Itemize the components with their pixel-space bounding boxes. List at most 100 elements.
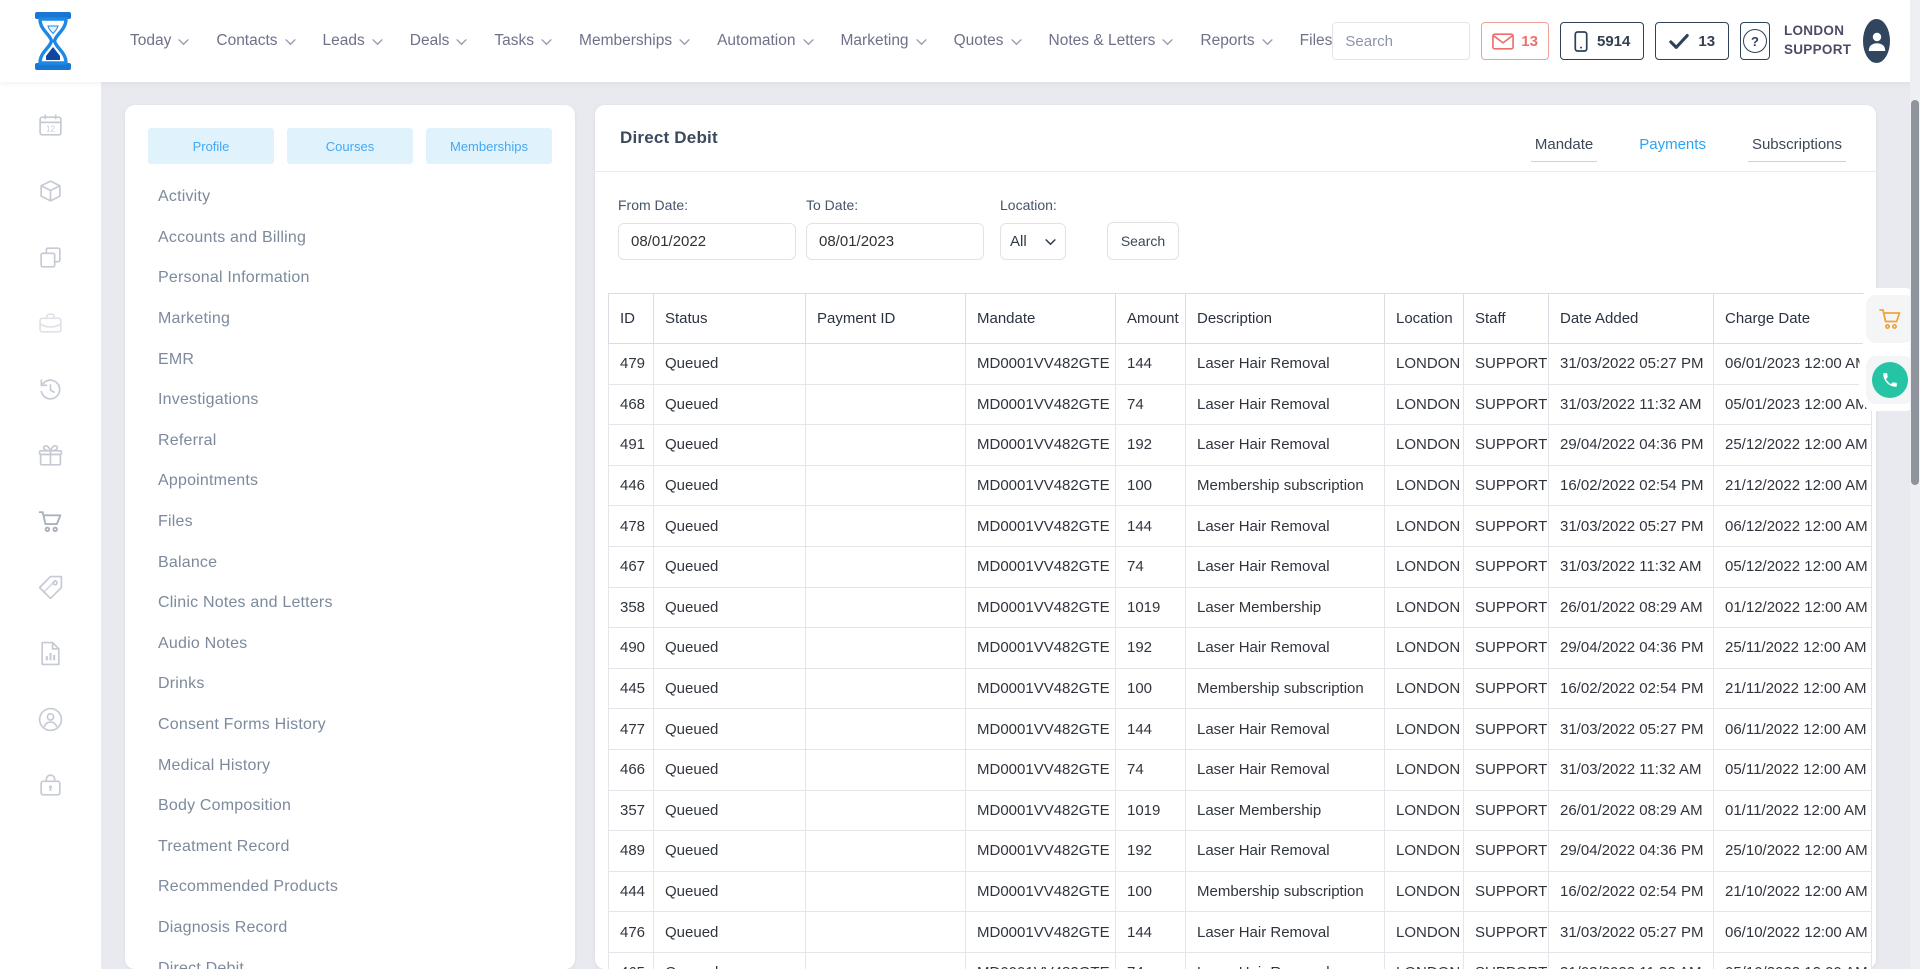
menu-item-memberships[interactable]: Memberships bbox=[579, 32, 690, 50]
search-input[interactable] bbox=[1333, 23, 1470, 59]
calls-badge[interactable]: 5914 bbox=[1560, 22, 1644, 60]
menu-item-files[interactable]: Files bbox=[1300, 32, 1333, 50]
rail-gift-icon[interactable] bbox=[0, 422, 101, 488]
table-row[interactable]: 468QueuedMD0001VV482GTE74Laser Hair Remo… bbox=[609, 384, 1872, 425]
sidebar-item-drinks[interactable]: Drinks bbox=[125, 664, 575, 705]
filter-search-button[interactable]: Search bbox=[1107, 222, 1179, 260]
sidebar-item-accounts-and-billing[interactable]: Accounts and Billing bbox=[125, 218, 575, 259]
table-row[interactable]: 467QueuedMD0001VV482GTE74Laser Hair Remo… bbox=[609, 546, 1872, 587]
sidebar-item-clinic-notes-and-letters[interactable]: Clinic Notes and Letters bbox=[125, 583, 575, 624]
table-row[interactable]: 446QueuedMD0001VV482GTE100Membership sub… bbox=[609, 465, 1872, 506]
table-cell: LONDON bbox=[1385, 749, 1464, 790]
rail-report-icon[interactable] bbox=[0, 620, 101, 686]
rail-package-icon[interactable] bbox=[0, 158, 101, 224]
menu-item-label: Automation bbox=[717, 32, 795, 50]
menu-item-label: Tasks bbox=[494, 32, 534, 50]
tab-courses[interactable]: Courses bbox=[287, 128, 413, 164]
rail-account-icon[interactable] bbox=[0, 686, 101, 752]
table-cell: 05/10/2022 12:00 AM bbox=[1714, 952, 1872, 969]
tasks-badge[interactable]: 13 bbox=[1655, 22, 1729, 60]
tab-profile[interactable]: Profile bbox=[148, 128, 274, 164]
table-cell: Laser Membership bbox=[1186, 790, 1385, 831]
table-row[interactable]: 465QueuedMD0001VV482GTE74Laser Hair Remo… bbox=[609, 952, 1872, 969]
table-cell bbox=[806, 871, 966, 912]
rail-cart-icon[interactable] bbox=[0, 488, 101, 554]
to-date-input[interactable] bbox=[806, 223, 984, 260]
table-cell bbox=[806, 546, 966, 587]
sidebar-item-personal-information[interactable]: Personal Information bbox=[125, 258, 575, 299]
menu-item-leads[interactable]: Leads bbox=[323, 32, 383, 50]
table-cell bbox=[806, 344, 966, 385]
menu-item-notes-letters[interactable]: Notes & Letters bbox=[1049, 32, 1174, 50]
rail-tag-icon[interactable] bbox=[0, 554, 101, 620]
tab-mandate[interactable]: Mandate bbox=[1531, 136, 1597, 162]
table-row[interactable]: 491QueuedMD0001VV482GTE192Laser Hair Rem… bbox=[609, 425, 1872, 466]
table-row[interactable]: 444QueuedMD0001VV482GTE100Membership sub… bbox=[609, 871, 1872, 912]
menu-item-deals[interactable]: Deals bbox=[410, 32, 468, 50]
messages-badge[interactable]: 13 bbox=[1481, 22, 1549, 60]
call-button[interactable] bbox=[1866, 356, 1914, 404]
table-cell: 21/12/2022 12:00 AM bbox=[1714, 465, 1872, 506]
table-cell: Laser Hair Removal bbox=[1186, 709, 1385, 750]
sidebar-item-marketing[interactable]: Marketing bbox=[125, 299, 575, 340]
rail-history-icon[interactable] bbox=[0, 356, 101, 422]
sidebar-item-appointments[interactable]: Appointments bbox=[125, 461, 575, 502]
sidebar-item-files[interactable]: Files bbox=[125, 502, 575, 543]
sidebar-item-audio-notes[interactable]: Audio Notes bbox=[125, 624, 575, 665]
rail-calendar-icon[interactable]: 12 bbox=[0, 92, 101, 158]
chevron-down-icon bbox=[679, 39, 690, 46]
table-cell: 25/11/2022 12:00 AM bbox=[1714, 628, 1872, 669]
sidebar-item-diagnosis-record[interactable]: Diagnosis Record bbox=[125, 908, 575, 949]
menu-item-automation[interactable]: Automation bbox=[717, 32, 813, 50]
table-cell: Laser Hair Removal bbox=[1186, 628, 1385, 669]
cart-button[interactable] bbox=[1866, 295, 1914, 343]
rail-briefcase-icon[interactable] bbox=[0, 290, 101, 356]
menu-item-label: Quotes bbox=[954, 32, 1004, 50]
menu-item-quotes[interactable]: Quotes bbox=[954, 32, 1022, 50]
table-cell: 01/12/2022 12:00 AM bbox=[1714, 587, 1872, 628]
sidebar-item-treatment-record[interactable]: Treatment Record bbox=[125, 827, 575, 868]
sidebar-item-consent-forms-history[interactable]: Consent Forms History bbox=[125, 705, 575, 746]
tab-payments[interactable]: Payments bbox=[1635, 136, 1710, 162]
menu-item-reports[interactable]: Reports bbox=[1200, 32, 1272, 50]
sidebar-item-emr[interactable]: EMR bbox=[125, 339, 575, 380]
sidebar-item-medical-history[interactable]: Medical History bbox=[125, 745, 575, 786]
table-row[interactable]: 357QueuedMD0001VV482GTE1019Laser Members… bbox=[609, 790, 1872, 831]
table-row[interactable]: 478QueuedMD0001VV482GTE144Laser Hair Rem… bbox=[609, 506, 1872, 547]
sidebar-item-referral[interactable]: Referral bbox=[125, 421, 575, 462]
question-icon: ? bbox=[1743, 29, 1767, 53]
location-select[interactable]: All bbox=[1000, 223, 1066, 260]
sidebar-item-investigations[interactable]: Investigations bbox=[125, 380, 575, 421]
table-row[interactable]: 489QueuedMD0001VV482GTE192Laser Hair Rem… bbox=[609, 831, 1872, 872]
menu-item-today[interactable]: Today bbox=[130, 32, 189, 50]
user-avatar[interactable] bbox=[1863, 19, 1890, 63]
table-row[interactable]: 466QueuedMD0001VV482GTE74Laser Hair Remo… bbox=[609, 749, 1872, 790]
sidebar-item-body-composition[interactable]: Body Composition bbox=[125, 786, 575, 827]
scrollbar-thumb[interactable] bbox=[1911, 100, 1919, 485]
table-row[interactable]: 479QueuedMD0001VV482GTE144Laser Hair Rem… bbox=[609, 344, 1872, 385]
tab-memberships[interactable]: Memberships bbox=[426, 128, 552, 164]
messages-count: 13 bbox=[1521, 33, 1538, 50]
sidebar-item-direct-debit[interactable]: Direct Debit bbox=[125, 948, 575, 969]
table-row[interactable]: 445QueuedMD0001VV482GTE100Membership sub… bbox=[609, 668, 1872, 709]
table-row[interactable]: 358QueuedMD0001VV482GTE1019Laser Members… bbox=[609, 587, 1872, 628]
app-logo-icon[interactable] bbox=[26, 11, 80, 71]
page-scrollbar[interactable] bbox=[1910, 0, 1920, 969]
table-cell: 26/01/2022 08:29 AM bbox=[1549, 587, 1714, 628]
sidebar-item-balance[interactable]: Balance bbox=[125, 542, 575, 583]
from-date-input[interactable] bbox=[618, 223, 796, 260]
table-cell: 31/03/2022 11:32 AM bbox=[1549, 384, 1714, 425]
help-button[interactable]: ? bbox=[1740, 22, 1770, 60]
menu-item-tasks[interactable]: Tasks bbox=[494, 32, 552, 50]
rail-case-lock-icon[interactable] bbox=[0, 752, 101, 818]
sidebar-item-activity[interactable]: Activity bbox=[125, 177, 575, 218]
table-row[interactable]: 477QueuedMD0001VV482GTE144Laser Hair Rem… bbox=[609, 709, 1872, 750]
rail-pages-icon[interactable] bbox=[0, 224, 101, 290]
menu-item-contacts[interactable]: Contacts bbox=[216, 32, 295, 50]
chevron-down-icon bbox=[178, 39, 189, 46]
table-row[interactable]: 476QueuedMD0001VV482GTE144Laser Hair Rem… bbox=[609, 912, 1872, 953]
tab-subscriptions[interactable]: Subscriptions bbox=[1748, 136, 1846, 162]
table-row[interactable]: 490QueuedMD0001VV482GTE192Laser Hair Rem… bbox=[609, 628, 1872, 669]
menu-item-marketing[interactable]: Marketing bbox=[841, 32, 927, 50]
sidebar-item-recommended-products[interactable]: Recommended Products bbox=[125, 867, 575, 908]
